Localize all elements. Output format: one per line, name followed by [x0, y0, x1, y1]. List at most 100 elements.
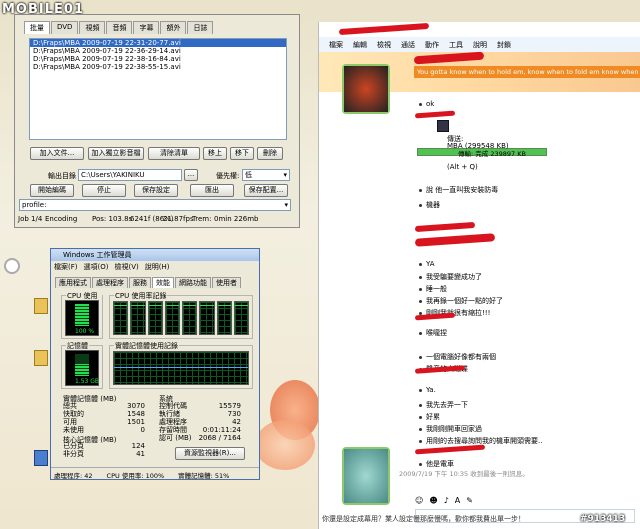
encoder-tab[interactable]: 字幕	[133, 21, 160, 34]
chat-message: ok	[419, 100, 434, 108]
voice-icon[interactable]: ✎	[466, 496, 473, 508]
menu-view[interactable]: 檢視(V)	[114, 262, 138, 272]
contact-avatar[interactable]	[342, 64, 390, 114]
message-bullet	[419, 388, 422, 392]
chat-menu-item[interactable]: 說明	[473, 40, 487, 50]
task-manager-tab[interactable]: 效能	[152, 277, 174, 288]
task-manager-statusbar: 處理程序: 42 CPU 使用率: 100% 實體記憶體: 51%	[51, 467, 259, 480]
priority-select[interactable]: 低 ▾	[242, 169, 290, 181]
status-physical-memory: 實體記憶體: 51%	[178, 472, 230, 480]
redacted-sender-2	[414, 221, 476, 233]
chat-message: 我先去弄一下	[419, 400, 468, 410]
chat-menu-item[interactable]: 封鎖	[497, 40, 511, 50]
sys-key: 處理程序	[159, 418, 187, 426]
cpu-core-history-graph	[182, 301, 198, 335]
task-manager-tab[interactable]: 服務	[129, 277, 151, 288]
chat-message-text: 我剛剛開車回家過	[426, 425, 482, 433]
chat-menu-bar: 檔案 編輯 檢視 通話 動作 工具 說明 封鎖	[319, 37, 640, 53]
my-avatar[interactable]	[342, 447, 390, 505]
menu-help[interactable]: 說明(H)	[145, 262, 170, 272]
clear-list-button[interactable]: 清除清單	[148, 147, 200, 160]
encoder-tab[interactable]: 視頻	[79, 21, 106, 34]
browse-button[interactable]: ...	[184, 169, 198, 181]
chat-window: 檔案 編輯 檢視 通話 動作 工具 說明 封鎖 You gotta know when to …	[318, 22, 640, 529]
file-list-item[interactable]: D:\Fraps\MBA 2009-07-19 22-31-20-77.avi	[30, 39, 286, 47]
cpu-core-history-line	[200, 305, 214, 306]
file-list-item[interactable]: D:\Fraps\MBA 2009-07-19 22-38-16-84.avi	[30, 55, 286, 63]
export-button[interactable]: 匯出	[190, 184, 234, 197]
encoder-tab[interactable]: 日誌	[187, 21, 214, 34]
task-manager-tab[interactable]: 使用者	[212, 277, 241, 288]
profile-select[interactable]: profile: ▾	[19, 199, 291, 211]
sys-row: 處理程序 42	[159, 418, 241, 426]
emoticon-icon[interactable]: ☺	[415, 496, 423, 508]
chat-menu-item[interactable]: 通話	[401, 40, 415, 50]
kernel-row: 已分頁 124	[63, 442, 145, 450]
start-encode-button[interactable]: 開始編碼	[30, 184, 74, 197]
font-icon[interactable]: A	[455, 496, 460, 508]
stop-button[interactable]: 停止	[82, 184, 126, 197]
cpu-core-history-line	[217, 305, 231, 306]
sys-row: 控制代碼 15579	[159, 402, 241, 410]
file-list-item[interactable]: D:\Fraps\MBA 2009-07-19 22-38-55-15.avi	[30, 63, 286, 71]
status-job: Job 1/4	[18, 215, 43, 223]
add-file-button[interactable]: 加入文件...	[30, 147, 84, 160]
delete-button[interactable]: 刪除	[257, 147, 283, 160]
chat-menu-item[interactable]: 檢視	[377, 40, 391, 50]
phys-value: 3070	[127, 402, 145, 410]
chat-message-text: 我再錄一個好一點的好了	[426, 297, 503, 305]
encoder-file-list[interactable]: D:\Fraps\MBA 2009-07-19 22-31-20-77.avi D…	[29, 38, 287, 140]
chat-menu-item[interactable]: 動作	[425, 40, 439, 50]
phys-row: 快取的 1548	[63, 410, 145, 418]
encoder-tab[interactable]: DVD	[51, 21, 79, 34]
encoder-tab[interactable]: 額外	[160, 21, 187, 34]
wink-icon[interactable]: ☻	[429, 496, 437, 508]
message-bullet	[419, 299, 422, 303]
menu-file[interactable]: 檔案(F)	[54, 262, 78, 272]
profile-value: profile:	[22, 201, 47, 209]
chat-message: 一個電腦好像都有兩個	[419, 352, 496, 362]
message-bullet	[419, 287, 422, 291]
phys-row: 可用 1501	[63, 418, 145, 426]
cpu-core-history-graph	[113, 301, 129, 335]
desktop-icon-app[interactable]	[34, 450, 48, 466]
message-bullet	[419, 188, 422, 192]
file-icon	[437, 120, 449, 132]
message-bullet	[419, 415, 422, 419]
cpu-core-history-line	[131, 305, 145, 306]
file-list-item[interactable]: D:\Fraps\MBA 2009-07-19 22-36-29-14.avi	[30, 47, 286, 55]
chat-menu-item[interactable]: 檔案	[329, 40, 343, 50]
nudge-icon[interactable]: ♪	[444, 496, 449, 508]
sys-key: 控制代碼	[159, 402, 187, 410]
cpu-core-history-line	[114, 305, 128, 306]
watermark-text: #913413	[580, 514, 626, 524]
output-dir-field[interactable]: C:\Users\YAKINIKU	[78, 169, 182, 181]
phys-key: 總共	[63, 402, 77, 410]
cpu-usage-value: 100 %	[75, 328, 95, 335]
message-bullet	[419, 427, 422, 431]
phys-key: 未使用	[63, 426, 84, 434]
status-pos: Pos: 103.8s	[92, 215, 133, 223]
encoder-tab[interactable]: 批量	[24, 21, 50, 34]
save-settings-button[interactable]: 保存設定	[134, 184, 178, 197]
desktop-icon-folder-2[interactable]	[34, 350, 48, 366]
menu-options[interactable]: 選項(O)	[84, 262, 109, 272]
move-up-button[interactable]: 移上	[203, 147, 227, 160]
chat-menu-item[interactable]: 編輯	[353, 40, 367, 50]
redacted-sender-1	[414, 110, 456, 119]
chevron-down-icon: ▾	[283, 171, 287, 179]
save-profile-button[interactable]: 保存配置...	[244, 184, 288, 197]
move-down-button[interactable]: 移下	[230, 147, 254, 160]
encoder-tab[interactable]: 音頻	[106, 21, 133, 34]
phys-row: 未使用 0	[63, 426, 145, 434]
sys-row: 執行緒 730	[159, 410, 241, 418]
add-separate-av-button[interactable]: 加入獨立影音檔	[88, 147, 144, 160]
chat-message-text: 說 他一直叫我安裝防毒	[426, 186, 499, 194]
desktop-icon-folder[interactable]	[34, 298, 48, 314]
task-manager-tab[interactable]: 網路功能	[175, 277, 211, 288]
chat-menu-item[interactable]: 工具	[449, 40, 463, 50]
task-manager-tab[interactable]: 應用程式	[55, 277, 91, 288]
task-manager-tab[interactable]: 處理程序	[92, 277, 128, 288]
sys-key: 存留時間	[159, 426, 187, 434]
resource-monitor-button[interactable]: 資源監視器(R)...	[175, 447, 245, 460]
